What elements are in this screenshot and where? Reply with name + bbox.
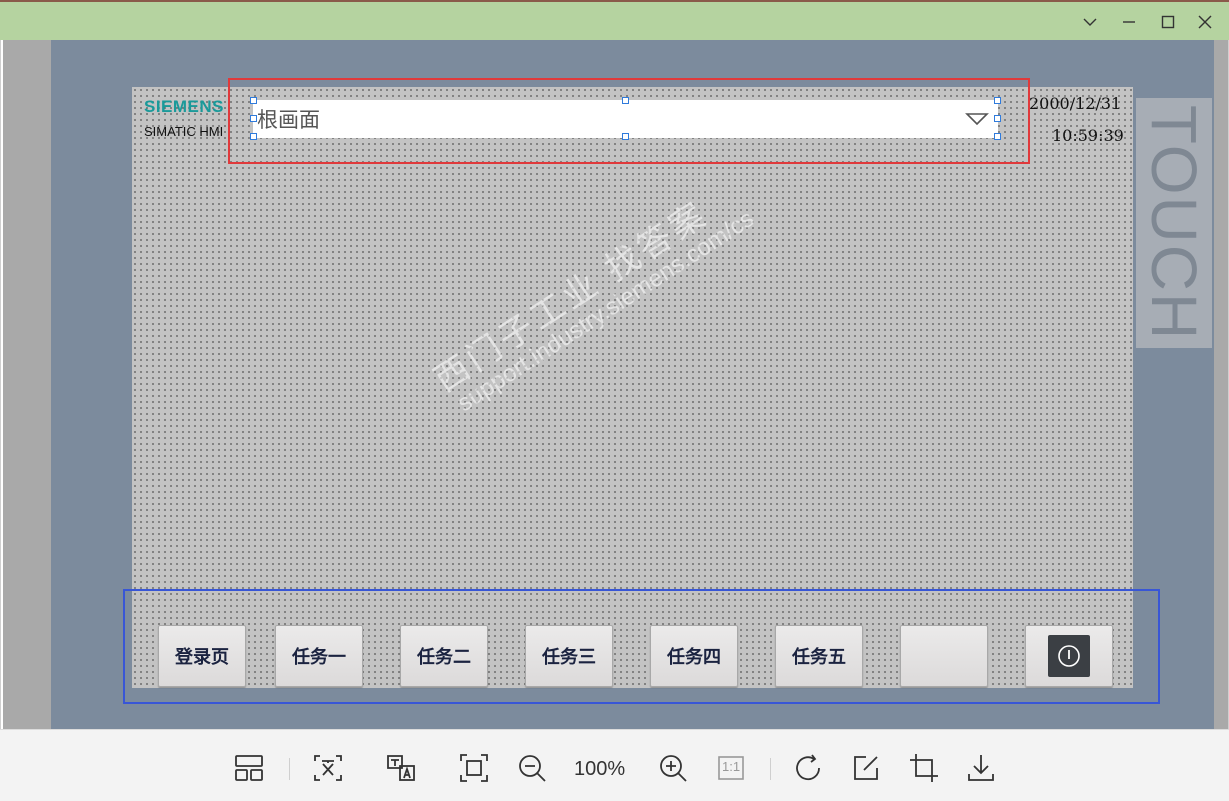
fit-screen-icon[interactable] [458, 752, 490, 784]
zoom-out-icon[interactable] [516, 752, 548, 784]
time-display: 10:59:39 [1052, 126, 1124, 145]
product-label: SIMATIC HMI [144, 124, 224, 139]
panel-left-strip [3, 40, 51, 729]
hmi-panel-frame: TOUCH SIEMENS SIMATIC HMI 2000/12/31 10:… [3, 40, 1228, 729]
touch-label-text: TOUCH [1138, 104, 1210, 342]
zoom-in-icon[interactable] [657, 752, 689, 784]
close-button[interactable] [1190, 8, 1220, 36]
chevron-down-icon [1083, 18, 1097, 26]
date-display: 2000/12/31 [1029, 94, 1122, 113]
image-viewer: TOUCH SIEMENS SIMATIC HMI 2000/12/31 10:… [0, 40, 1229, 729]
window-title-bar [0, 0, 1229, 40]
siemens-logo: SIEMENS [144, 97, 225, 116]
highlight-box-red [228, 78, 1030, 164]
highlight-box-blue [123, 589, 1160, 704]
zoom-level: 100% [574, 758, 626, 780]
maximize-button[interactable] [1153, 8, 1183, 36]
actual-size-button[interactable]: 1:1 [715, 752, 747, 784]
collapse-button[interactable] [1075, 8, 1105, 36]
minimize-button[interactable] [1114, 8, 1144, 36]
text-recognition-icon[interactable] [312, 752, 344, 784]
toolbar-separator [770, 758, 771, 780]
download-icon[interactable] [965, 752, 997, 784]
toolbar-separator [289, 758, 290, 780]
close-icon [1198, 15, 1212, 29]
translate-icon[interactable] [385, 752, 417, 784]
viewer-toolbar: 100% 1:1 [0, 729, 1229, 801]
maximize-icon [1161, 15, 1175, 29]
panel-right-strip [1214, 40, 1228, 729]
actual-size-label: 1:1 [722, 759, 741, 774]
rotate-icon[interactable] [792, 752, 824, 784]
edit-icon[interactable] [850, 752, 882, 784]
layout-icon[interactable] [233, 752, 265, 784]
touch-label: TOUCH [1136, 98, 1212, 348]
minimize-icon [1123, 21, 1135, 23]
crop-icon[interactable] [908, 752, 940, 784]
